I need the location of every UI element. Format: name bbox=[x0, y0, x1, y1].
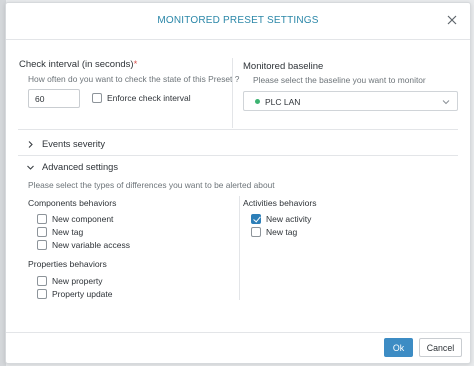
section-divider bbox=[18, 129, 458, 130]
enforce-interval-label: Enforce check interval bbox=[107, 93, 191, 103]
advanced-settings-label: Advanced settings bbox=[42, 162, 118, 172]
required-mark: * bbox=[133, 59, 138, 70]
new-property-label: New property bbox=[52, 276, 103, 286]
section-divider bbox=[18, 155, 458, 156]
new-property-checkbox[interactable] bbox=[37, 276, 47, 286]
ok-button[interactable]: Ok bbox=[384, 338, 413, 357]
baseline-label: Monitored baseline bbox=[243, 61, 324, 72]
components-behaviors-title: Components behaviors bbox=[28, 198, 117, 208]
properties-behaviors-title: Properties behaviors bbox=[28, 259, 107, 269]
dialog-title: MONITORED PRESET SETTINGS bbox=[157, 15, 319, 26]
property-update-label: Property update bbox=[52, 289, 113, 299]
events-severity-label: Events severity bbox=[42, 139, 106, 149]
check-interval-label-text: Check interval (in seconds) bbox=[19, 59, 134, 70]
new-tag-component-checkbox[interactable] bbox=[37, 227, 47, 237]
check-interval-label: Check interval (in seconds)* bbox=[19, 59, 137, 70]
events-severity-toggle[interactable]: Events severity bbox=[26, 138, 226, 152]
property-update-checkbox[interactable] bbox=[37, 289, 47, 299]
check-interval-hint: How often do you want to check the state… bbox=[28, 74, 240, 84]
new-component-checkbox[interactable] bbox=[37, 214, 47, 224]
column-divider bbox=[239, 196, 240, 300]
chevron-down-icon bbox=[442, 98, 450, 106]
baseline-selected-value: PLC LAN bbox=[265, 97, 301, 107]
cancel-button[interactable]: Cancel bbox=[419, 338, 462, 357]
new-activity-checkbox[interactable] bbox=[251, 214, 261, 224]
new-tag-component-label: New tag bbox=[52, 227, 84, 237]
new-tag-activity-label: New tag bbox=[266, 227, 298, 237]
preset-settings-dialog: MONITORED PRESET SETTINGS Check interval… bbox=[5, 2, 471, 364]
new-variable-access-checkbox[interactable] bbox=[37, 240, 47, 250]
new-component-label: New component bbox=[52, 214, 114, 224]
enforce-interval-checkbox[interactable] bbox=[92, 93, 102, 103]
baseline-status-dot bbox=[255, 99, 260, 104]
chevron-right-icon bbox=[26, 140, 35, 149]
close-icon[interactable] bbox=[446, 14, 458, 26]
chevron-down-icon bbox=[26, 163, 35, 172]
baseline-select[interactable]: PLC LAN bbox=[243, 91, 458, 111]
baseline-hint: Please select the baseline you want to m… bbox=[253, 75, 426, 85]
column-divider bbox=[232, 58, 233, 128]
check-interval-input[interactable] bbox=[28, 89, 80, 108]
advanced-settings-toggle[interactable]: Advanced settings bbox=[26, 161, 226, 175]
footer-divider bbox=[6, 332, 470, 333]
new-tag-activity-checkbox[interactable] bbox=[251, 227, 261, 237]
new-variable-access-label: New variable access bbox=[52, 240, 130, 250]
dialog-header: MONITORED PRESET SETTINGS bbox=[6, 3, 470, 40]
advanced-settings-hint: Please select the types of differences y… bbox=[28, 180, 275, 190]
activities-behaviors-title: Activities behaviors bbox=[243, 198, 317, 208]
new-activity-label: New activity bbox=[266, 214, 312, 224]
